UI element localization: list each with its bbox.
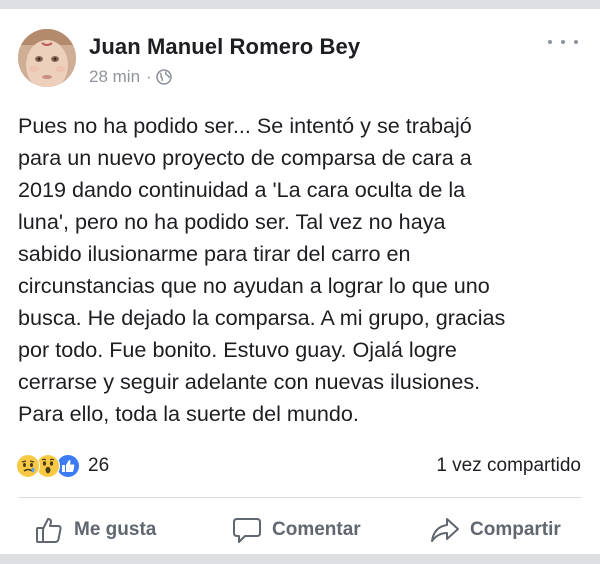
share-button[interactable]: Compartir (430, 505, 561, 555)
share-icon (431, 518, 459, 542)
author-name[interactable]: Juan Manuel Romero Bey (89, 34, 360, 60)
reaction-count: 26 (88, 455, 110, 476)
globe-icon[interactable] (155, 69, 172, 85)
like-label: Me gusta (74, 519, 157, 540)
bottom-strip (0, 554, 600, 564)
top-strip (0, 0, 600, 9)
comment-label: Comentar (272, 519, 361, 540)
action-bar: Me gusta Comentar Compartir (0, 505, 600, 555)
avatar[interactable] (18, 29, 76, 87)
reactions-summary[interactable]: 26 (16, 454, 109, 478)
post-text: Pues no ha podido ser... Se intentó y se… (18, 113, 506, 426)
meta-separator: · (146, 67, 152, 86)
comment-button[interactable]: Comentar (232, 505, 361, 555)
thumbs-up-icon (36, 518, 62, 543)
like-button[interactable]: Me gusta (34, 505, 156, 555)
more-options-icon[interactable] (548, 33, 578, 51)
share-label: Compartir (470, 519, 561, 540)
post-meta: 28 min · (89, 67, 172, 87)
avatar-image (18, 29, 76, 87)
share-count[interactable]: 1 vez compartido (436, 455, 581, 477)
comment-icon (233, 518, 261, 543)
sad-icon (16, 454, 40, 478)
post-card: Juan Manuel Romero Bey 28 min · Pues no … (0, 9, 600, 554)
post-time[interactable]: 28 min (89, 67, 140, 87)
divider (18, 497, 582, 498)
